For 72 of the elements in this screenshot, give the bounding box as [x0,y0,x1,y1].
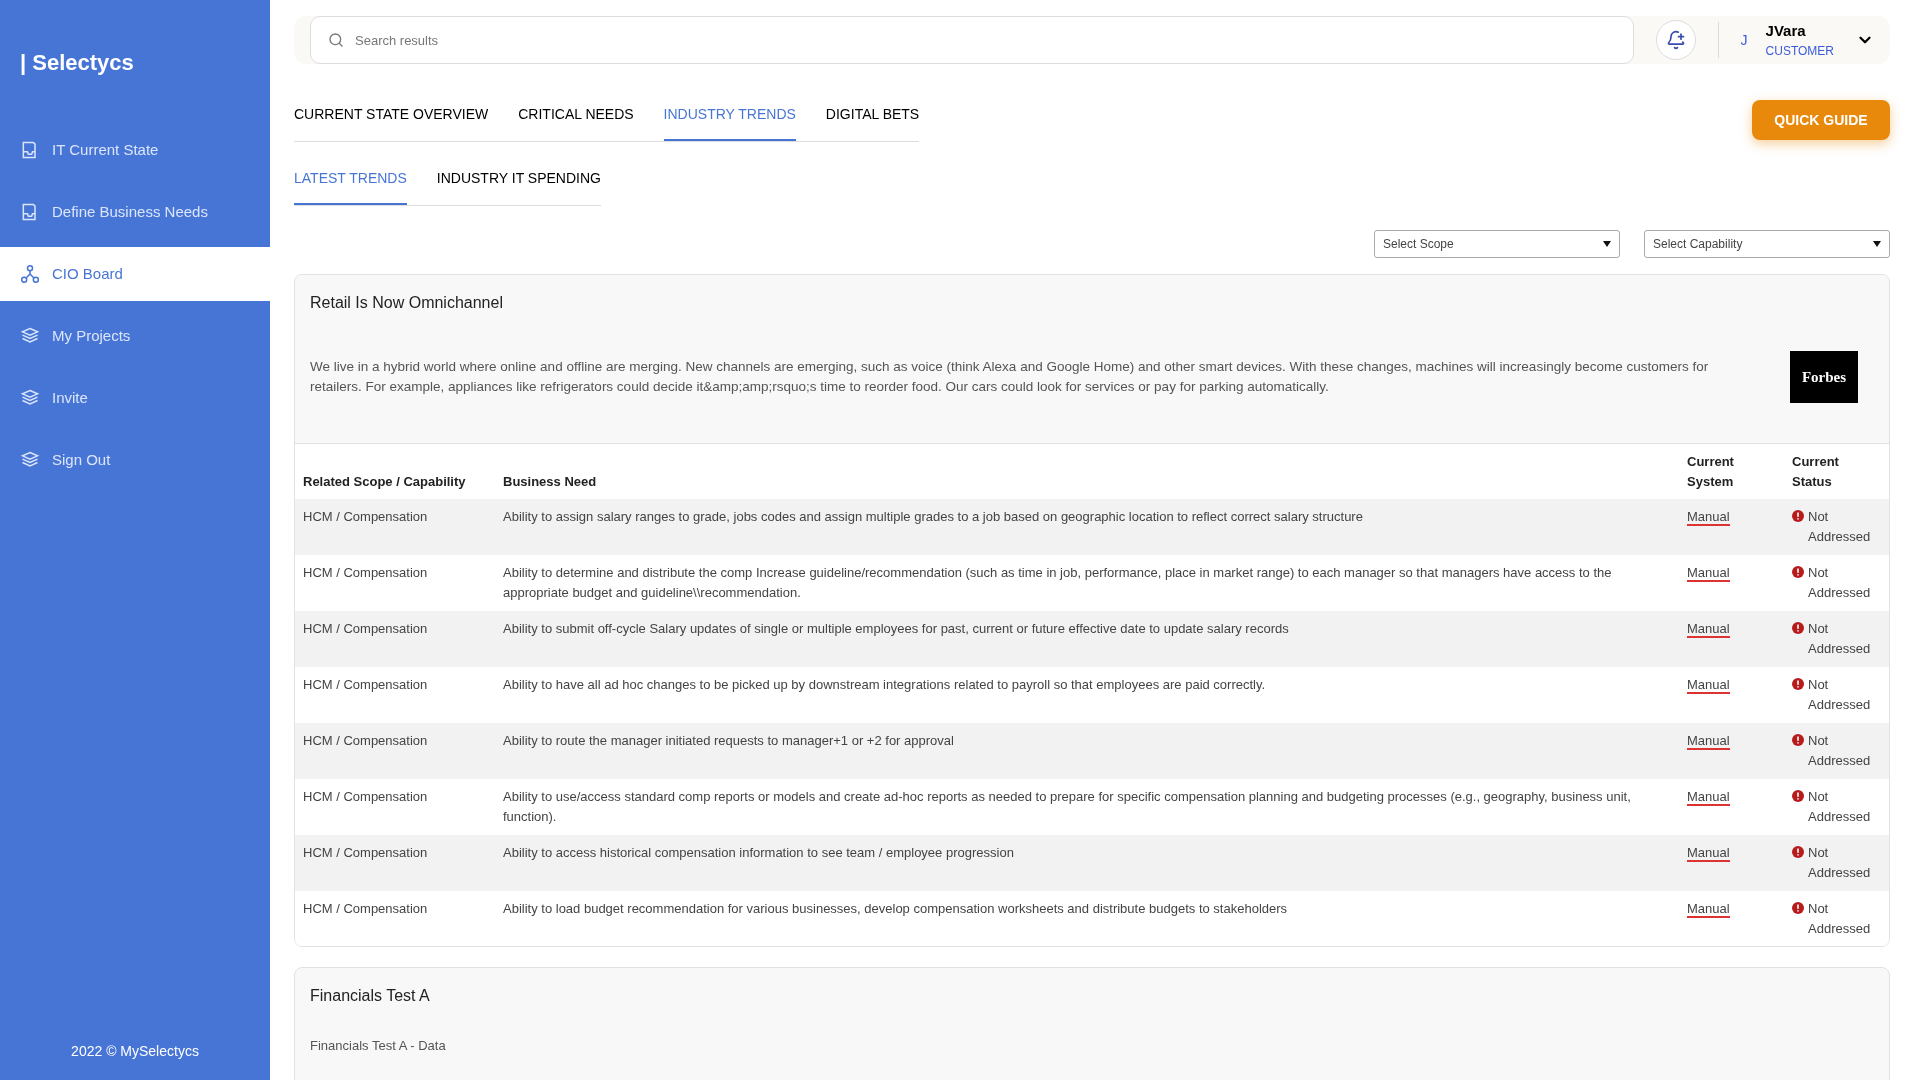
system-link[interactable]: Manual [1687,845,1730,862]
notification-button[interactable] [1655,20,1696,60]
system-link[interactable]: Manual [1687,789,1730,806]
sidebar-item[interactable]: CIO Board [0,247,270,301]
column-header: Current System [1679,444,1784,499]
search-icon [328,32,344,48]
alert-icon [1792,734,1804,746]
subtab[interactable]: INDUSTRY IT SPENDING [436,154,601,205]
status-text: Not Addressed [1808,844,1868,882]
alert-icon [1792,622,1804,634]
scope-cell: HCM / Compensation [295,835,495,891]
user-name: JVara [1765,20,1807,41]
need-cell: Ability to access historical compensation information to see team / employee progression [495,835,1679,891]
alert-icon [1792,846,1804,858]
need-cell: Ability to submit off-cycle Salary updates of single or multiple employees for past, current or future effective date to update salary records [495,611,1679,667]
status-text: Not Addressed [1808,620,1868,658]
select-dropdown[interactable]: Select Scope [1374,230,1620,258]
scope-cell: HCM / Compensation [295,555,495,611]
need-cell: Ability to determine and distribute the comp Increase guideline/recommendation (such as time in job, performance, place in market range) to each manager so that managers have access to the appropriate budget and guideline\\recommendation. [495,555,1679,611]
user-role: CUSTOMER [1765,43,1834,61]
status-text: Not Addressed [1808,676,1868,714]
brand-logo: | Selectycs [19,49,135,77]
alert-icon [1792,678,1804,690]
alert-icon [1792,566,1804,578]
subtab[interactable]: LATEST TRENDS [294,154,407,205]
caret-icon [1873,241,1881,247]
tab[interactable]: DIGITAL BETS [825,90,920,141]
alert-icon [1792,902,1804,914]
system-link[interactable]: Manual [1687,733,1730,750]
status-text: Not Addressed [1808,564,1868,602]
need-cell: Ability to use/access standard comp reports or models and create ad-hoc reports as needed to prepare for specific compensation planning and budgeting processes (e.g., geography, business unit, function). [495,779,1679,835]
scope-cell: HCM / Compensation [295,891,495,946]
alert-icon [1792,510,1804,522]
status-text: Not Addressed [1808,788,1868,826]
system-link[interactable]: Manual [1687,901,1730,918]
sidebar-item[interactable]: IT Current State [0,123,270,177]
scope-cell: HCM / Compensation [295,779,495,835]
tab[interactable]: INDUSTRY TRENDS [663,90,796,141]
trend-subtitle: Financials Test A - Data [310,1037,447,1055]
scope-cell: HCM / Compensation [295,667,495,723]
system-link[interactable]: Manual [1687,509,1730,526]
column-header: Business Need [495,444,1679,499]
system-link[interactable]: Manual [1687,677,1730,694]
need-cell: Ability to load budget recommendation for various businesses, develop compensation worksheets and distribute budgets to stakeholders [495,891,1679,946]
need-cell: Ability to route the manager initiated requests to manager+1 or +2 for approval [495,723,1679,779]
scope-cell: HCM / Compensation [295,499,495,555]
tab[interactable]: CURRENT STATE OVERVIEW [294,90,489,141]
caret-icon [1603,241,1611,247]
source-logo: Forbes [1790,351,1858,403]
alert-icon [1792,790,1804,802]
need-cell: Ability to have all ad hoc changes to be picked up by downstream integrations related to payroll so that employees are paid correctly. [495,667,1679,723]
scope-cell: HCM / Compensation [295,723,495,779]
bell-icon [1665,30,1686,50]
trend-description: We live in a hybrid world where online and offline are merging. New channels are emerging, such as voice (think Alexa and Google Home) and other smart devices. With these changes, machines will increasingly become customers for retailers. For example, appliances like refrigerators could decide it&amp;amp;rsquo;s time to reorder food. Our cars could look for services or pay for parking automatically. [310,358,1710,396]
tab[interactable]: CRITICAL NEEDS [518,90,634,141]
copyright: 2022 © MySelectycs [70,1042,200,1061]
column-header: Related Scope / Capability [295,444,495,499]
select-dropdown[interactable]: Select Capability [1644,230,1890,258]
trend-title: Retail Is Now Omnichannel [310,293,504,313]
status-text: Not Addressed [1808,732,1868,770]
status-text: Not Addressed [1808,508,1868,546]
user-initial: J [1740,30,1748,50]
search-field[interactable]: Search results [310,16,1634,64]
nodes-icon [20,264,40,284]
system-link[interactable]: Manual [1687,621,1730,638]
need-cell: Ability to assign salary ranges to grade, jobs codes and assign multiple grades to a job based on geographic location to reflect correct salary structure [495,499,1679,555]
system-link[interactable]: Manual [1687,565,1730,582]
column-header: Current Status [1784,444,1889,499]
sidebar-item[interactable]: My Projects [0,309,270,363]
status-text: Not Addressed [1808,900,1868,938]
trend-title: Financials Test A [310,986,431,1006]
scope-cell: HCM / Compensation [295,611,495,667]
